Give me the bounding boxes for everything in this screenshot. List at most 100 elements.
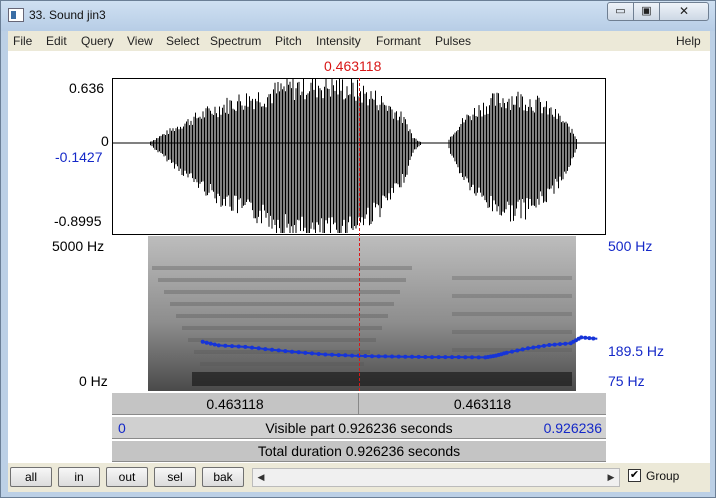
pitch-point [542,343,546,348]
pitch-point [343,353,348,358]
pitch-point [476,355,481,360]
scroll-left-icon[interactable]: ◀ [253,469,269,486]
cursor-line [359,78,360,391]
zoom-out-button[interactable]: out [106,467,148,487]
harmonic-band [452,276,572,280]
harmonic-band [452,294,572,298]
pitch-point [296,350,301,355]
waveform-trace [150,73,577,233]
menu-intensity[interactable]: Intensity [316,34,361,48]
pitch-point [223,343,228,348]
pitch-point [270,347,274,352]
zoom-all-button[interactable]: all [10,467,52,487]
pitch-point [243,344,248,349]
pitch-point [470,355,474,360]
menu-file[interactable]: File [13,34,32,48]
pitch-point [526,346,530,351]
maximize-button[interactable]: ▣ [633,2,660,21]
menu-help[interactable]: Help [676,34,701,48]
pitch-point [204,340,209,345]
pitch-top-label: 500 Hz [608,238,653,254]
pitch-point [390,354,394,359]
menu-formant[interactable]: Formant [376,34,421,48]
harmonic-band [200,362,364,366]
waveform-zero-label: 0 [101,133,109,149]
visible-start-time: 0 [118,420,126,436]
minimize-button[interactable]: ▭ [607,2,634,21]
visible-part-label: Visible part 0.926236 seconds [265,420,453,436]
right-segment-time[interactable]: 0.463118 [359,393,606,415]
menu-pulses[interactable]: Pulses [435,34,471,48]
waveform-cursor-value: -0.1427 [55,149,103,165]
pitch-point [547,343,552,347]
zoom-selection-button[interactable]: sel [154,467,196,487]
spectrogram-freq-top: 5000 Hz [52,238,105,254]
waveform-strokes [150,73,577,233]
group-label: Group [646,469,680,483]
pitch-point [303,350,308,355]
pitch-point [396,354,401,359]
pitch-point [410,354,414,359]
editor-client-area: File Edit Query View Select Spectrum Pit… [8,31,710,492]
zoom-back-button[interactable]: bak [202,467,244,487]
pitch-point [250,345,254,350]
spectrogram-low-band [192,372,572,386]
total-duration-label: Total duration 0.926236 seconds [257,443,461,459]
praat-sound-window: 33. Sound jin3 ▭ ▣ ✕ File Edit Query Vie… [0,0,716,498]
pitch-point [212,342,217,347]
scroll-right-icon[interactable]: ▶ [603,469,619,486]
pitch-point [310,351,314,356]
pitch-point [536,344,541,349]
visible-part-bar[interactable]: 0 Visible part 0.926236 seconds 0.926236 [112,416,606,439]
pitch-point [591,336,596,341]
visible-end-time: 0.926236 [543,420,602,436]
pitch-point [520,347,525,352]
close-button[interactable]: ✕ [659,2,709,21]
pitch-point [350,353,354,358]
pitch-bottom-label: 75 Hz [608,373,645,389]
pitch-point [263,347,268,352]
horizontal-scrollbar[interactable]: ◀ ▶ [252,468,620,487]
pitch-point [423,355,428,359]
pitch-point [370,354,374,359]
menu-select[interactable]: Select [166,34,199,48]
menu-view[interactable]: View [127,34,153,48]
harmonic-band [452,312,572,316]
pitch-point [323,352,328,357]
group-checkbox[interactable]: ✔ [628,469,641,482]
pitch-point [436,355,441,360]
menu-query[interactable]: Query [81,34,114,48]
selection-time-bar[interactable]: 0.463118 0.463118 [112,392,606,415]
menu-pitch[interactable]: Pitch [275,34,302,48]
pitch-point [216,343,221,348]
menu-spectrum[interactable]: Spectrum [210,34,261,48]
zoom-in-button[interactable]: in [58,467,100,487]
pitch-point [200,339,205,344]
pitch-point [563,341,568,346]
pitch-point [450,355,454,360]
total-duration-bar[interactable]: Total duration 0.926236 seconds [112,440,606,462]
waveform-min-label: -0.8995 [54,213,102,229]
sound-editor-canvas[interactable]: 0.463118 0.636 0 -0.1427 -0.8995 5000 Hz… [8,51,710,473]
title-bar[interactable]: 33. Sound jin3 ▭ ▣ ✕ [1,1,715,31]
pitch-point [430,355,434,360]
pitch-point [336,353,341,358]
pitch-cursor-label: 189.5 Hz [608,343,665,359]
bottom-toolbar: all in out sel bak ◀ ▶ ✔ Group [8,463,710,492]
pitch-point [376,354,381,359]
harmonic-band [152,266,412,270]
pitch-point [456,355,461,360]
left-segment-time[interactable]: 0.463118 [112,393,359,415]
pitch-point [330,352,334,357]
harmonic-band [188,338,376,342]
spectrogram-freq-bottom: 0 Hz [79,373,108,389]
menu-edit[interactable]: Edit [46,34,67,48]
pitch-point [583,335,588,340]
pitch-point [316,352,321,356]
pitch-point [230,344,234,349]
pitch-point [531,345,536,350]
menu-bar: File Edit Query View Select Spectrum Pit… [8,31,710,51]
pitch-point [552,342,557,347]
sound-window-icon [8,8,24,22]
pitch-point [463,355,468,360]
